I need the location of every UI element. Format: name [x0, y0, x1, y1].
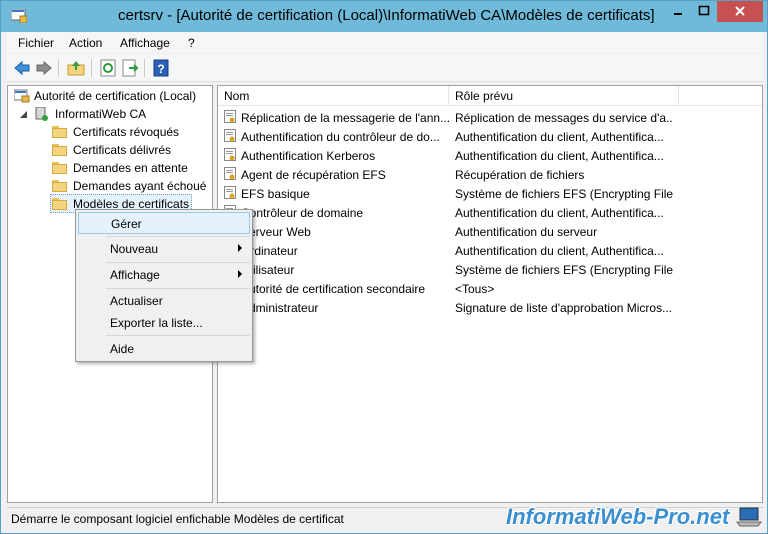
cell-name: Autorité de certification secondaire — [241, 282, 426, 296]
tree-folder-label: Demandes en attente — [73, 161, 188, 175]
tree-folder-label: Demandes ayant échoué — [73, 179, 207, 193]
submenu-arrow-icon — [238, 244, 242, 252]
tree-item-failed[interactable]: Demandes ayant échoué — [48, 177, 208, 195]
certificate-template-icon — [224, 129, 236, 142]
cell-name: Ordinateur — [241, 244, 298, 258]
menu-bar: Fichier Action Affichage ? — [7, 32, 763, 53]
folder-icon — [52, 198, 67, 210]
tree-item-root[interactable]: Autorité de certification (Local) — [12, 87, 212, 105]
certificate-template-icon — [224, 148, 236, 161]
result-list: Nom Rôle prévu Réplication de la message… — [217, 85, 763, 503]
cell-name: Agent de récupération EFS — [241, 168, 386, 182]
menu-action[interactable]: Action — [69, 36, 102, 50]
table-row[interactable]: Authentification du contrôleur de do... A… — [218, 127, 762, 146]
table-row[interactable]: Administrateur Signature de liste d'appro… — [218, 298, 762, 317]
tree-folder-label: Certificats révoqués — [73, 125, 180, 139]
cell-role: Authentification du serveur — [455, 225, 598, 239]
ctx-item-actualiser[interactable]: Actualiser — [78, 290, 250, 312]
ctx-item-aide[interactable]: Aide — [78, 338, 250, 360]
status-text: Démarre le composant logiciel enfichable… — [11, 512, 344, 526]
cell-role: Récupération de fichiers — [455, 168, 585, 182]
cell-role: Système de fichiers EFS (Encrypting File… — [455, 263, 673, 277]
cell-name: EFS basique — [241, 187, 310, 201]
cell-name: Contrôleur de domaine — [241, 206, 364, 220]
folder-icon — [52, 180, 67, 192]
cell-role: Authentification du client, Authentifica… — [455, 244, 664, 258]
maximize-icon — [698, 5, 710, 16]
svg-text:?: ? — [157, 62, 164, 76]
table-row[interactable]: Serveur Web Authentification du serveur — [218, 222, 762, 241]
cell-role: Authentification du client, Authentifica… — [455, 130, 664, 144]
table-row[interactable]: Contrôleur de domaine Authentification du… — [218, 203, 762, 222]
context-menu: Gérer Nouveau Affichage Actualiser Expor… — [75, 209, 253, 362]
submenu-arrow-icon — [238, 270, 242, 278]
ctx-item-nouveau[interactable]: Nouveau — [78, 238, 250, 260]
watermark: InformatiWeb-Pro.net — [506, 504, 730, 529]
export-list-icon[interactable] — [121, 59, 139, 77]
minimize-icon — [674, 13, 682, 15]
cell-name: Serveur Web — [241, 225, 311, 239]
table-row[interactable]: Ordinateur Authentification du client, Au… — [218, 241, 762, 260]
tree-item-pending[interactable]: Demandes en attente — [48, 159, 208, 177]
certificate-template-icon — [224, 110, 236, 123]
cell-name: Administrateur — [241, 301, 319, 315]
folder-icon — [52, 126, 67, 138]
up-folder-icon[interactable] — [67, 59, 85, 77]
window-title: certsrv - [Autorité de certification (Lo… — [118, 7, 655, 24]
certificate-template-icon — [224, 186, 236, 199]
column-header-empty — [679, 86, 762, 106]
ctx-item-exporter[interactable]: Exporter la liste... — [78, 312, 250, 334]
ca-server-icon — [35, 107, 48, 121]
column-header-role[interactable]: Rôle prévu — [449, 86, 679, 106]
cell-name: Utilisateur — [241, 263, 295, 277]
tree-item-revoked[interactable]: Certificats révoqués — [48, 123, 208, 141]
column-header-name[interactable]: Nom — [218, 86, 449, 106]
ctx-item-gerer[interactable]: Gérer — [78, 212, 250, 234]
folder-icon — [52, 144, 67, 156]
laptop-icon — [736, 507, 762, 527]
tree-item-ca[interactable]: InformatiWeb CA — [12, 105, 212, 123]
minimize-button[interactable] — [665, 1, 691, 22]
table-row[interactable]: Agent de récupération EFS Récupération de… — [218, 165, 762, 184]
title-bar[interactable]: certsrv - [Autorité de certification (Lo… — [1, 1, 767, 32]
toolbar: ? — [7, 54, 763, 82]
folder-icon — [52, 162, 67, 174]
cell-role: Réplication de messages du service d'a..… — [455, 111, 673, 125]
cell-role: Authentification du client, Authentifica… — [455, 149, 664, 163]
cell-name: Authentification du contrôleur de do... — [241, 130, 440, 144]
cell-name: Réplication de la messagerie de l'ann... — [241, 111, 449, 125]
ca-root-icon — [14, 89, 30, 103]
table-row[interactable]: Autorité de certification secondaire <Tou… — [218, 279, 762, 298]
maximize-button[interactable] — [691, 1, 717, 22]
tree-ca-label: InformatiWeb CA — [55, 107, 147, 121]
mmc-window: certsrv - [Autorité de certification (Lo… — [0, 0, 768, 534]
table-row[interactable]: Utilisateur Système de fichiers EFS (Encr… — [218, 260, 762, 279]
cell-role: Système de fichiers EFS (Encrypting File… — [455, 187, 673, 201]
close-icon — [735, 6, 745, 16]
cell-role: Signature de liste d'approbation Micros.… — [455, 301, 673, 315]
menu-fichier[interactable]: Fichier — [18, 36, 54, 50]
refresh-icon[interactable] — [99, 59, 117, 77]
certificate-template-icon — [224, 167, 236, 180]
cell-role: <Tous> — [455, 282, 495, 296]
menu-affichage[interactable]: Affichage — [120, 36, 170, 50]
menu-help[interactable]: ? — [188, 36, 195, 50]
close-button[interactable] — [717, 1, 763, 22]
forward-arrow-icon[interactable] — [35, 59, 53, 77]
expand-arrow-icon[interactable] — [20, 111, 28, 119]
cell-name: Authentification Kerberos — [241, 149, 376, 163]
tree-item-issued[interactable]: Certificats délivrés — [48, 141, 208, 159]
tree-root-label: Autorité de certification (Local) — [34, 89, 197, 103]
ctx-item-affichage[interactable]: Affichage — [78, 264, 250, 286]
table-row[interactable]: Réplication de la messagerie de l'ann...… — [218, 108, 762, 127]
table-row[interactable]: Authentification Kerberos Authentificatio… — [218, 146, 762, 165]
certsrv-app-icon — [11, 9, 27, 23]
table-row[interactable]: EFS basique Système de fichiers EFS (Encr… — [218, 184, 762, 203]
tree-folder-label: Certificats délivrés — [73, 143, 172, 157]
help-icon[interactable]: ? — [152, 59, 170, 77]
back-arrow-icon[interactable] — [13, 59, 31, 77]
cell-role: Authentification du client, Authentifica… — [455, 206, 664, 220]
